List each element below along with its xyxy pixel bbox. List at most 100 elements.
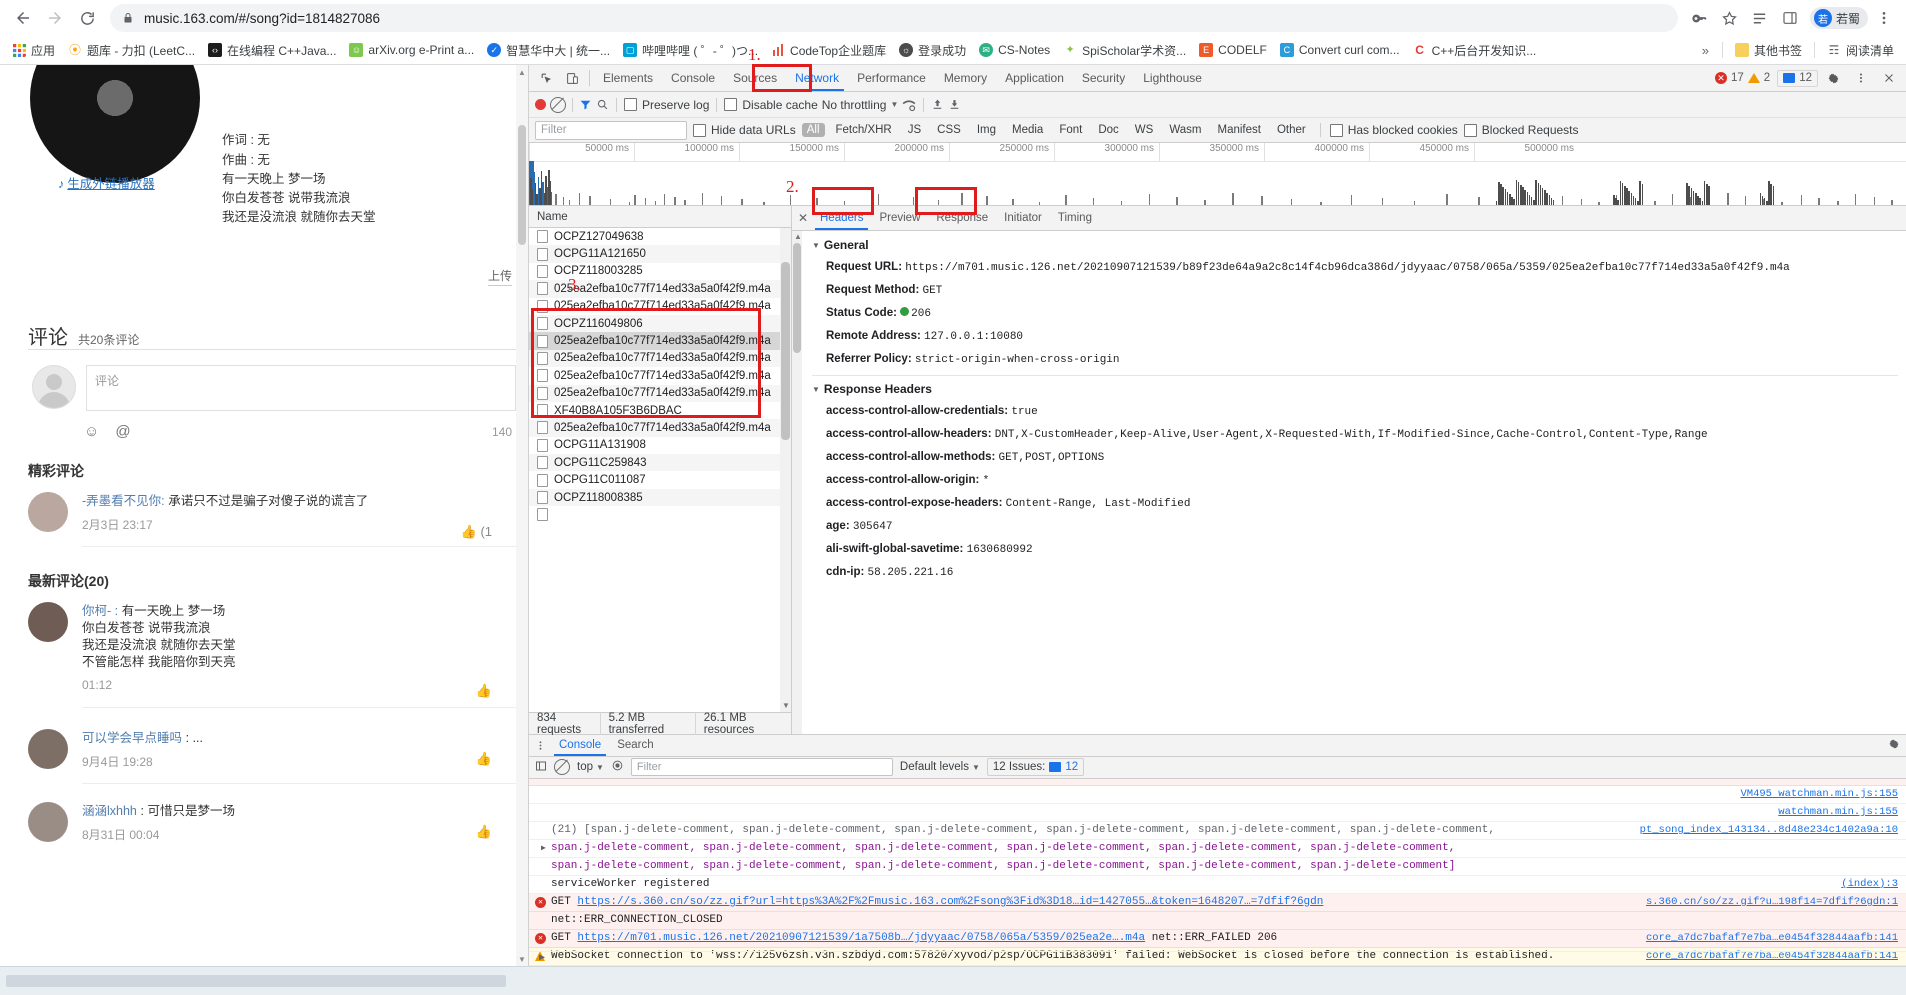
inspect-element-icon[interactable] bbox=[533, 65, 559, 91]
table-row[interactable] bbox=[529, 506, 791, 523]
like-button[interactable]: 👍 bbox=[476, 683, 492, 699]
mention-icon[interactable]: @ bbox=[115, 423, 130, 440]
console-sidebar-toggle-icon[interactable] bbox=[535, 760, 547, 775]
device-toolbar-icon[interactable] bbox=[559, 65, 585, 91]
console-log[interactable]: VM495 watchman.min.js:155 watchman.min.j… bbox=[529, 779, 1906, 966]
clear-button[interactable] bbox=[550, 97, 566, 113]
scroll-down-arrow[interactable]: ▼ bbox=[782, 701, 790, 710]
log-source-link[interactable]: s.360.cn/so/zz.gif?u…198f14=7dfif?6gdn:1 bbox=[1646, 896, 1898, 909]
like-button[interactable]: 👍 bbox=[476, 824, 492, 840]
blocked-requests-checkbox[interactable]: Blocked Requests bbox=[1464, 123, 1579, 137]
close-devtools-icon[interactable] bbox=[1876, 72, 1902, 84]
type-filter-media[interactable]: Media bbox=[1007, 123, 1048, 137]
search-icon[interactable] bbox=[596, 98, 609, 111]
bookmark-cs-notes[interactable]: ✉ CS-Notes bbox=[973, 40, 1056, 60]
commenter-name[interactable]: 涵涵lxhhh bbox=[82, 804, 137, 818]
tab-memory[interactable]: Memory bbox=[935, 65, 996, 91]
live-expression-icon[interactable] bbox=[611, 759, 624, 775]
drawer-settings-icon[interactable] bbox=[1888, 738, 1900, 753]
log-source-link[interactable]: pt_song_index_143134..8d48e234c1402a9a:1… bbox=[1640, 824, 1898, 837]
bookmark-codetop[interactable]: CodeTop企业题库 bbox=[765, 39, 892, 62]
table-row[interactable]: OCPG11C259843 bbox=[529, 454, 791, 471]
table-row-selected[interactable]: 025ea2efba10c77f714ed33a5a0f42f9.m4a bbox=[529, 332, 791, 349]
scroll-up-arrow[interactable]: ▲ bbox=[518, 68, 526, 76]
like-button[interactable]: 👍 bbox=[476, 751, 492, 767]
page-scrollbar[interactable]: ▲ ▼ bbox=[516, 65, 528, 966]
bookmark-other-folder[interactable]: 其他书签 bbox=[1729, 39, 1808, 62]
tab-sources[interactable]: Sources bbox=[724, 65, 786, 91]
type-filter-doc[interactable]: Doc bbox=[1093, 123, 1123, 137]
filter-funnel-icon[interactable] bbox=[579, 98, 592, 111]
table-row[interactable]: 025ea2efba10c77f714ed33a5a0f42f9.m4a bbox=[529, 385, 791, 402]
detail-tab-timing[interactable]: Timing bbox=[1050, 206, 1100, 230]
tab-application[interactable]: Application bbox=[996, 65, 1073, 91]
log-url[interactable]: https://m701.music.126.net/2021090712153… bbox=[577, 932, 1145, 944]
network-filter-input[interactable]: Filter bbox=[535, 121, 687, 140]
table-row[interactable]: OCPZ127049638 bbox=[529, 228, 791, 245]
type-filter-css[interactable]: CSS bbox=[932, 123, 966, 137]
type-filter-ws[interactable]: WS bbox=[1130, 123, 1159, 137]
like-button[interactable]: 👍 (1 bbox=[461, 524, 492, 540]
error-warning-badges[interactable]: ✕ 17 2 bbox=[1710, 72, 1775, 84]
scroll-down-arrow[interactable]: ▼ bbox=[518, 955, 526, 963]
sidepanel-icon[interactable] bbox=[1776, 4, 1804, 32]
clear-console-icon[interactable] bbox=[554, 759, 570, 775]
emoji-icon[interactable]: ☺ bbox=[84, 423, 99, 440]
scroll-up-arrow[interactable]: ▲ bbox=[794, 232, 802, 241]
request-list-header[interactable]: Name bbox=[529, 206, 791, 228]
bookmark-arxiv[interactable]: ☺ arXiv.org e-Print a... bbox=[343, 40, 480, 60]
back-button[interactable] bbox=[8, 3, 38, 33]
bookmark-spischolar[interactable]: ✦ SpiScholar学术资... bbox=[1057, 39, 1192, 62]
drawer-tab-console[interactable]: Console bbox=[551, 735, 609, 756]
log-source-link[interactable]: core_a7dc7bafaf7e7ba…e0454f32844aafb:141 bbox=[1646, 932, 1898, 945]
detail-tab-initiator[interactable]: Initiator bbox=[996, 206, 1050, 230]
bookmark-cpp-backend[interactable]: C C++后台开发知识... bbox=[1407, 39, 1543, 62]
profile-chip[interactable]: 若 若蜀 bbox=[1810, 7, 1868, 29]
table-row[interactable]: 025ea2efba10c77f714ed33a5a0f42f9.m4a bbox=[529, 367, 791, 384]
close-detail-icon[interactable]: ✕ bbox=[794, 206, 812, 230]
issues-chip[interactable]: 12 Issues: 12 bbox=[987, 758, 1084, 776]
table-row[interactable]: XF40B8A105F3B6DBAC bbox=[529, 402, 791, 419]
drawer-tab-search[interactable]: Search bbox=[609, 735, 661, 756]
type-filter-wasm[interactable]: Wasm bbox=[1164, 123, 1206, 137]
scrollbar-thumb[interactable] bbox=[793, 243, 801, 353]
tab-elements[interactable]: Elements bbox=[594, 65, 662, 91]
import-har-icon[interactable] bbox=[931, 98, 944, 111]
bookmark-hust[interactable]: ✓ 智慧华中大 | 统一... bbox=[481, 39, 616, 62]
disable-cache-checkbox[interactable]: Disable cache bbox=[724, 98, 817, 112]
forward-button[interactable] bbox=[40, 3, 70, 33]
response-headers-section-header[interactable]: ▼ Response Headers bbox=[804, 380, 1906, 400]
table-row[interactable]: 025ea2efba10c77f714ed33a5a0f42f9.m4a bbox=[529, 419, 791, 436]
type-filter-manifest[interactable]: Manifest bbox=[1212, 123, 1265, 137]
table-row[interactable]: OCPG11A121650 bbox=[529, 245, 791, 262]
table-row[interactable]: OCPZ118003285 bbox=[529, 263, 791, 280]
hide-data-urls-checkbox[interactable]: Hide data URLs bbox=[693, 123, 796, 137]
bookmark-apps[interactable]: 应用 bbox=[6, 39, 61, 62]
detail-scrollbar[interactable]: ▲ bbox=[792, 231, 802, 734]
request-list-scrollbar[interactable]: ▼ bbox=[780, 228, 791, 712]
record-button[interactable] bbox=[535, 99, 546, 110]
log-source-link[interactable]: VM495 watchman.min.js:155 bbox=[1740, 788, 1898, 801]
table-row[interactable]: 025ea2efba10c77f714ed33a5a0f42f9.m4a bbox=[529, 298, 791, 315]
scrollbar-thumb[interactable] bbox=[781, 262, 790, 440]
table-row[interactable]: OCPZ118008385 bbox=[529, 489, 791, 506]
commenter-name[interactable]: 你柯- : bbox=[82, 604, 118, 618]
gear-icon[interactable] bbox=[1820, 72, 1846, 85]
horizontal-scrollbar[interactable] bbox=[6, 975, 506, 987]
menu-kebab-icon[interactable] bbox=[1870, 4, 1898, 32]
log-source-link[interactable]: (index):3 bbox=[1841, 878, 1898, 891]
type-filter-fetch-xhr[interactable]: Fetch/XHR bbox=[831, 123, 897, 137]
detail-tab-headers[interactable]: Headers bbox=[812, 206, 871, 230]
type-filter-js[interactable]: JS bbox=[903, 123, 926, 137]
scrollbar-thumb[interactable] bbox=[518, 125, 526, 245]
tab-lighthouse[interactable]: Lighthouse bbox=[1134, 65, 1211, 91]
expand-triangle-icon[interactable]: ▶ bbox=[541, 842, 546, 855]
execution-context-select[interactable]: top ▼ bbox=[577, 761, 604, 773]
log-source-link[interactable]: watchman.min.js:155 bbox=[1778, 806, 1898, 819]
commenter-name[interactable]: 可以学会早点睡吗 bbox=[82, 731, 182, 745]
reading-list-button[interactable]: ☶ 阅读清单 bbox=[1821, 39, 1900, 62]
table-row[interactable]: OCPG11A131908 bbox=[529, 437, 791, 454]
bookmark-online-compiler[interactable]: ‹› 在线编程 C++Java... bbox=[202, 39, 342, 62]
extensions-icon[interactable] bbox=[1746, 4, 1774, 32]
table-row[interactable]: 025ea2efba10c77f714ed33a5a0f42f9.m4a bbox=[529, 280, 791, 297]
